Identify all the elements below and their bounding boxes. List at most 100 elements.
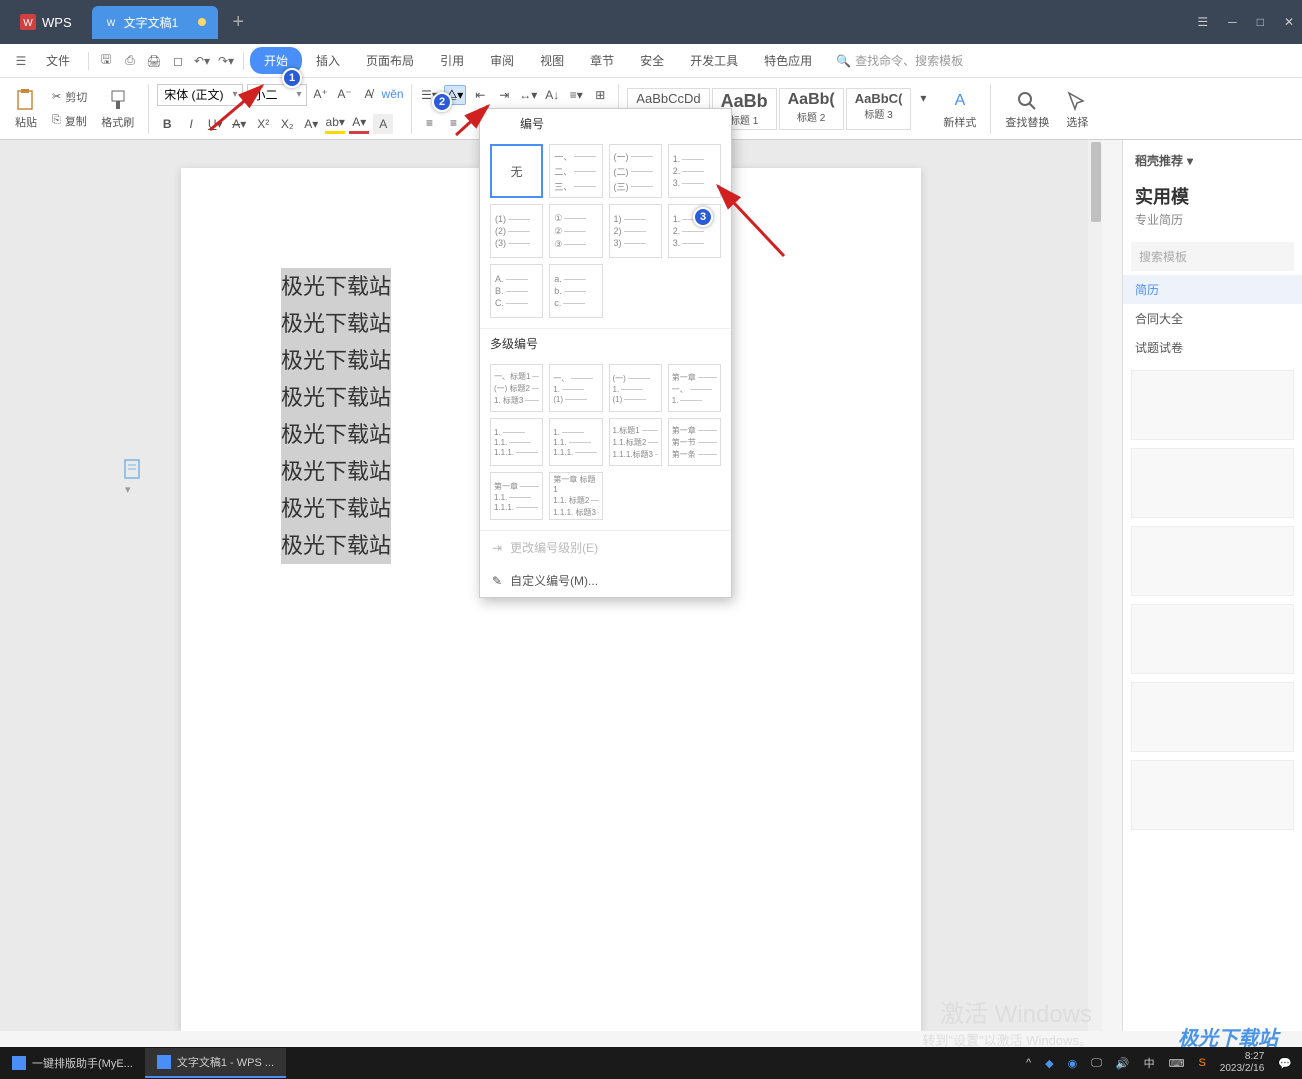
multi-option-6[interactable]: 1.1.1.1.1.1. <box>549 418 602 466</box>
multi-option-2[interactable]: 一、1.(1) <box>549 364 602 412</box>
print-preview-icon[interactable]: ⎙ <box>119 50 141 72</box>
multi-option-7[interactable]: 1.标题11.1.标题21.1.1.标题3 <box>609 418 662 466</box>
italic-icon[interactable]: I <box>181 114 201 134</box>
multi-option-5[interactable]: 1.1.1.1.1.1. <box>490 418 543 466</box>
style-heading2[interactable]: AaBb( 标题 2 <box>779 88 844 130</box>
tab-special[interactable]: 特色应用 <box>752 46 824 75</box>
save-icon[interactable]: 🖫 <box>95 50 117 72</box>
right-tab-contract[interactable]: 合同大全 <box>1123 304 1302 333</box>
wps-logo[interactable]: W WPS <box>8 8 84 36</box>
num-option-paren[interactable]: (1)(2)(3) <box>490 204 543 258</box>
highlight-icon[interactable]: ab▾ <box>325 114 345 134</box>
template-thumb[interactable] <box>1131 526 1294 596</box>
style-heading3[interactable]: AaBbC( 标题 3 <box>846 88 912 130</box>
char-scale-icon[interactable]: ↔▾ <box>518 85 538 105</box>
maximize-icon[interactable]: □ <box>1257 15 1264 29</box>
tray-chevron-icon[interactable]: ^ <box>1026 1057 1031 1069</box>
strikethrough-icon[interactable]: A▾ <box>229 114 249 134</box>
template-thumb[interactable] <box>1131 448 1294 518</box>
preview-icon[interactable]: ◻ <box>167 50 189 72</box>
select-button[interactable]: 选择 <box>1065 88 1089 130</box>
num-option-chinese[interactable]: 一、二、三、 <box>549 144 602 198</box>
decrease-font-icon[interactable]: A⁻ <box>335 84 355 104</box>
format-painter-button[interactable]: 格式刷 <box>101 88 134 130</box>
tray-security-icon[interactable]: ◉ <box>1068 1057 1078 1070</box>
settings-icon[interactable]: ☰ <box>1197 15 1208 29</box>
multi-option-9[interactable]: 第一章1.1.1.1.1. <box>490 472 543 520</box>
redo-icon[interactable]: ↷▾ <box>215 50 237 72</box>
increase-font-icon[interactable]: A⁺ <box>311 84 331 104</box>
task-item-1[interactable]: 一键排版助手(MyE... <box>0 1049 145 1077</box>
tab-view[interactable]: 视图 <box>528 46 576 75</box>
num-option-lower-alpha[interactable]: a.b.c. <box>549 264 602 318</box>
align-left-icon[interactable]: ≡ <box>420 113 440 133</box>
right-tab-exam[interactable]: 试题试卷 <box>1123 333 1302 362</box>
document-tab[interactable]: W 文字文稿1 <box>92 6 219 39</box>
print-icon[interactable]: 🖨 <box>143 50 165 72</box>
multi-option-4[interactable]: 第一章一、1. <box>668 364 721 412</box>
font-name-select[interactable]: 宋体 (正文) <box>157 84 242 106</box>
increase-indent-icon[interactable]: ⇥ <box>494 85 514 105</box>
num-option-arabic-dot[interactable]: 1.2.3. <box>668 144 721 198</box>
borders-icon[interactable]: ⊞ <box>590 85 610 105</box>
phonetic-icon[interactable]: wěn <box>383 84 403 104</box>
hamburger-icon[interactable]: ☰ <box>10 50 32 72</box>
minimize-icon[interactable]: ─ <box>1228 15 1237 29</box>
tab-insert[interactable]: 插入 <box>304 46 352 75</box>
num-option-chinese-paren[interactable]: (一)(二)(三) <box>609 144 662 198</box>
scroll-thumb[interactable] <box>1091 142 1101 222</box>
clear-format-icon[interactable]: A̸ <box>359 84 379 104</box>
subscript-icon[interactable]: X₂ <box>277 114 297 134</box>
tray-volume-icon[interactable]: 🔊 <box>1116 1057 1130 1070</box>
custom-number-item[interactable]: ✎ 自定义编号(M)... <box>480 564 731 597</box>
cut-button[interactable]: ✂剪切 <box>48 87 91 107</box>
multi-option-3[interactable]: (一)1.(1) <box>609 364 662 412</box>
template-thumb[interactable] <box>1131 760 1294 830</box>
num-option-none[interactable]: 无 <box>490 144 543 198</box>
find-replace-button[interactable]: 查找替换 <box>1005 88 1049 130</box>
tab-chapter[interactable]: 章节 <box>578 46 626 75</box>
multi-option-8[interactable]: 第一章第一节第一条 <box>668 418 721 466</box>
num-option-circled[interactable]: ①②③ <box>549 204 602 258</box>
line-spacing-icon[interactable]: ≡▾ <box>566 85 586 105</box>
tab-security[interactable]: 安全 <box>628 46 676 75</box>
template-thumb[interactable] <box>1131 682 1294 752</box>
paste-button[interactable]: 粘贴 <box>14 88 38 130</box>
undo-icon[interactable]: ↶▾ <box>191 50 213 72</box>
tab-review[interactable]: 审阅 <box>478 46 526 75</box>
tray-ime[interactable]: 中 <box>1144 1055 1155 1071</box>
tab-dev-tools[interactable]: 开发工具 <box>678 46 750 75</box>
right-tab-resume[interactable]: 简历 <box>1123 275 1302 304</box>
tray-display-icon[interactable]: 🖵 <box>1091 1057 1102 1070</box>
underline-icon[interactable]: U▾ <box>205 114 225 134</box>
decrease-indent-icon[interactable]: ⇤ <box>470 85 490 105</box>
tab-references[interactable]: 引用 <box>428 46 476 75</box>
text-effects-icon[interactable]: A▾ <box>301 114 321 134</box>
new-style-button[interactable]: A 新样式 <box>943 88 976 130</box>
multi-option-10[interactable]: 第一章 标题11.1. 标题21.1.1. 标题3 <box>549 472 602 520</box>
num-option-half-paren[interactable]: 1)2)3) <box>609 204 662 258</box>
sort-icon[interactable]: A↓ <box>542 85 562 105</box>
add-tab-button[interactable]: + <box>232 11 244 34</box>
char-shading-icon[interactable]: A <box>373 114 393 134</box>
tray-cloud-icon[interactable]: ◆ <box>1045 1057 1053 1070</box>
multi-option-1[interactable]: 一、标题1(一) 标题21. 标题3 <box>490 364 543 412</box>
file-menu[interactable]: 文件 <box>34 46 82 75</box>
styles-more-icon[interactable]: ▾ <box>913 88 933 108</box>
template-thumb[interactable] <box>1131 604 1294 674</box>
font-color-icon[interactable]: A▾ <box>349 114 369 134</box>
close-icon[interactable]: ✕ <box>1284 15 1294 29</box>
font-size-select[interactable]: 小二 <box>247 84 307 106</box>
copy-button[interactable]: ⎘复制 <box>48 111 91 131</box>
task-item-2[interactable]: 文字文稿1 - WPS ... <box>145 1048 286 1078</box>
chevron-down-icon[interactable]: ▾ <box>1187 154 1193 168</box>
bold-icon[interactable]: B <box>157 114 177 134</box>
template-search[interactable]: 搜索模板 <box>1131 242 1294 271</box>
tab-page-layout[interactable]: 页面布局 <box>354 46 426 75</box>
template-thumb[interactable] <box>1131 370 1294 440</box>
command-search[interactable]: 🔍 查找命令、搜索模板 <box>836 52 963 69</box>
align-center-icon[interactable]: ≡ <box>444 113 464 133</box>
vertical-scrollbar[interactable] <box>1088 140 1102 1031</box>
superscript-icon[interactable]: X² <box>253 114 273 134</box>
num-option-upper-alpha[interactable]: A.B.C. <box>490 264 543 318</box>
